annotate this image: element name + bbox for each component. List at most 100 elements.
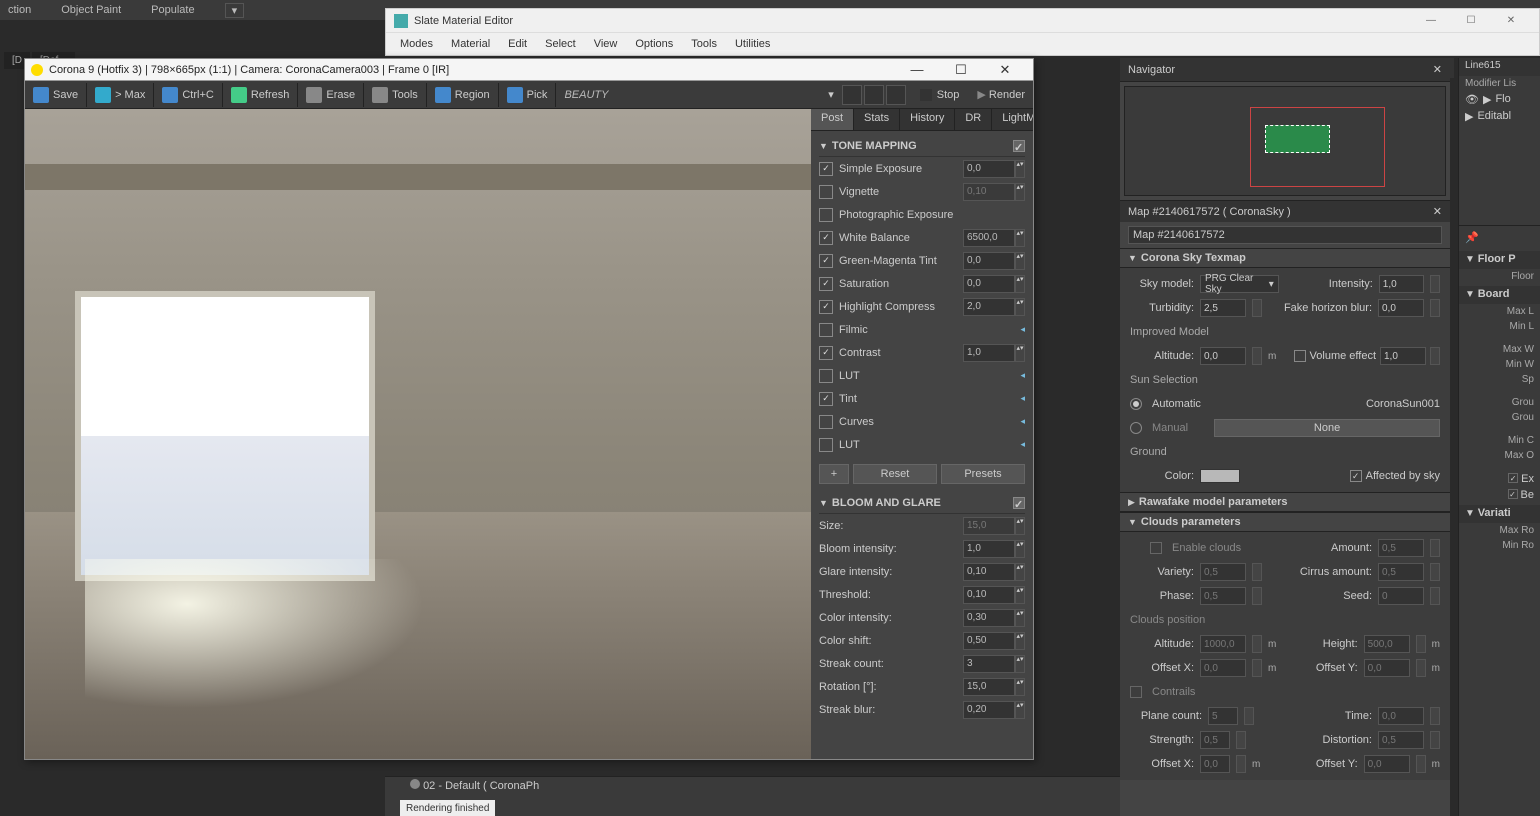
modifier-list[interactable]: Modifier Lis (1459, 76, 1540, 91)
rollout-header[interactable]: ▶Rawafake model parameters (1120, 492, 1450, 512)
render-viewport[interactable] (25, 109, 811, 759)
menu-select[interactable]: Select (545, 38, 576, 50)
minimize-button[interactable]: — (895, 62, 939, 77)
pick-button[interactable]: Pick (499, 83, 557, 107)
none-button[interactable]: None (1214, 419, 1440, 437)
navigator-header[interactable]: Navigator✕ (1120, 58, 1450, 82)
rollout-header[interactable]: ▼ Variati (1459, 505, 1540, 523)
expand-icon[interactable]: ◂ (1020, 439, 1025, 450)
menu-modes[interactable]: Modes (400, 38, 433, 50)
expand-icon[interactable]: ◂ (1020, 324, 1025, 335)
plus-button[interactable]: + (819, 464, 849, 484)
checkbox[interactable] (819, 346, 833, 360)
spinner[interactable]: 1,0 (963, 540, 1015, 558)
radio-automatic[interactable] (1130, 398, 1142, 410)
checkbox[interactable] (819, 415, 833, 429)
rollout-header[interactable]: ▼Corona Sky Texmap (1120, 248, 1450, 268)
expand-icon[interactable]: ◂ (1020, 370, 1025, 381)
material-name[interactable]: 02 - Default ( CoronaPh (423, 780, 539, 792)
spinner[interactable]: 0,30 (963, 609, 1015, 627)
checkbox[interactable] (1130, 686, 1142, 698)
menu-options[interactable]: Options (635, 38, 673, 50)
spinner[interactable]: 0,0 (963, 160, 1015, 178)
tone-enable-checkbox[interactable]: ✓ (1013, 140, 1025, 152)
object-name[interactable]: Line615 (1459, 58, 1540, 76)
spinner[interactable]: 6500,0 (963, 229, 1015, 247)
ctrlc-button[interactable]: Ctrl+C (154, 83, 222, 107)
checkbox[interactable] (819, 254, 833, 268)
menu-edit[interactable]: Edit (508, 38, 527, 50)
maximize-button[interactable]: ☐ (939, 62, 983, 78)
spinner[interactable]: 500,0 (1364, 635, 1410, 653)
checkbox[interactable] (1150, 542, 1162, 554)
spinner[interactable]: 0,5 (1200, 731, 1230, 749)
spinner[interactable]: 0,0 (1200, 347, 1246, 365)
render-button[interactable]: ▶ Render (969, 88, 1033, 101)
zoom-in-icon[interactable] (842, 85, 862, 105)
spinner[interactable]: 2,5 (1200, 299, 1246, 317)
menu-material[interactable]: Material (451, 38, 490, 50)
checkbox[interactable] (819, 231, 833, 245)
spinner[interactable]: 0,50 (963, 632, 1015, 650)
checkbox[interactable] (819, 438, 833, 452)
bloom-header[interactable]: ▼BLOOM AND GLARE✓ (819, 492, 1025, 514)
skymodel-dropdown[interactable]: PRG Clear Sky (1200, 275, 1279, 293)
spinner[interactable]: 0,0 (1200, 659, 1246, 677)
spinner[interactable]: 1000,0 (1200, 635, 1246, 653)
spinner[interactable]: 0,5 (1200, 563, 1246, 581)
menu-utilities[interactable]: Utilities (735, 38, 770, 50)
radio-manual[interactable] (1130, 422, 1142, 434)
tab-history[interactable]: History (900, 109, 955, 130)
spinner[interactable]: 0,0 (963, 275, 1015, 293)
checkbox[interactable]: ✓ (1350, 470, 1362, 482)
spinner[interactable]: 1,0 (1380, 347, 1426, 365)
pin-icon[interactable]: 📌 (1465, 231, 1479, 244)
spinner[interactable]: 5 (1208, 707, 1238, 725)
bloom-enable-checkbox[interactable]: ✓ (1013, 497, 1025, 509)
expand-icon[interactable]: ◂ (1020, 393, 1025, 404)
checkbox[interactable] (819, 208, 833, 222)
tab-stats[interactable]: Stats (854, 109, 900, 130)
spinner[interactable]: 0,10 (963, 183, 1015, 201)
spinner[interactable]: 0,20 (963, 701, 1015, 719)
map-title[interactable]: Map #2140617572 ( CoronaSky )✕ (1120, 200, 1450, 222)
spinner[interactable]: 0,5 (1378, 731, 1424, 749)
menu-item[interactable]: Populate (151, 4, 194, 16)
presets-button[interactable]: Presets (941, 464, 1025, 484)
spinner[interactable]: 1,0 (1379, 275, 1424, 293)
spinner[interactable]: 0,5 (1378, 539, 1424, 557)
expand-icon[interactable]: ◂ (1020, 416, 1025, 427)
checkbox[interactable] (819, 185, 833, 199)
spinner[interactable]: 1,0 (963, 344, 1015, 362)
erase-button[interactable]: Erase (298, 83, 364, 107)
pass-dropdown[interactable]: BEAUTY (556, 89, 824, 101)
dropdown-icon[interactable]: ▾ (225, 3, 245, 18)
maximize-button[interactable]: ☐ (1451, 15, 1491, 26)
map-name-input[interactable] (1128, 226, 1442, 244)
checkbox[interactable] (819, 162, 833, 176)
rollout-header[interactable]: ▼ Board (1459, 286, 1540, 304)
close-button[interactable]: ✕ (1491, 15, 1531, 26)
color-swatch[interactable] (1200, 469, 1240, 483)
spinner[interactable]: 0,0 (1364, 659, 1410, 677)
checkbox[interactable] (819, 392, 833, 406)
zoom-fit-icon[interactable] (886, 85, 906, 105)
max-button[interactable]: > Max (87, 83, 154, 107)
tools-button[interactable]: Tools (364, 83, 427, 107)
eye-icon[interactable]: 👁 (1465, 93, 1479, 106)
spinner[interactable]: 0,0 (1364, 755, 1410, 773)
spinner[interactable]: 15,0 (963, 678, 1015, 696)
menu-tools[interactable]: Tools (691, 38, 717, 50)
spinner[interactable]: 0,0 (1200, 755, 1230, 773)
spinner[interactable]: 15,0 (963, 517, 1015, 535)
region-button[interactable]: Region (427, 83, 499, 107)
close-button[interactable]: ✕ (983, 62, 1027, 78)
spinner[interactable]: 0,10 (963, 563, 1015, 581)
stop-button[interactable]: Stop (910, 89, 970, 101)
menu-item[interactable]: ction (8, 4, 31, 16)
spinner[interactable]: 0 (1378, 587, 1424, 605)
menu-view[interactable]: View (594, 38, 618, 50)
spinner[interactable]: 0,0 (963, 252, 1015, 270)
spinner[interactable]: 0,10 (963, 586, 1015, 604)
minimize-button[interactable]: — (1411, 15, 1451, 26)
